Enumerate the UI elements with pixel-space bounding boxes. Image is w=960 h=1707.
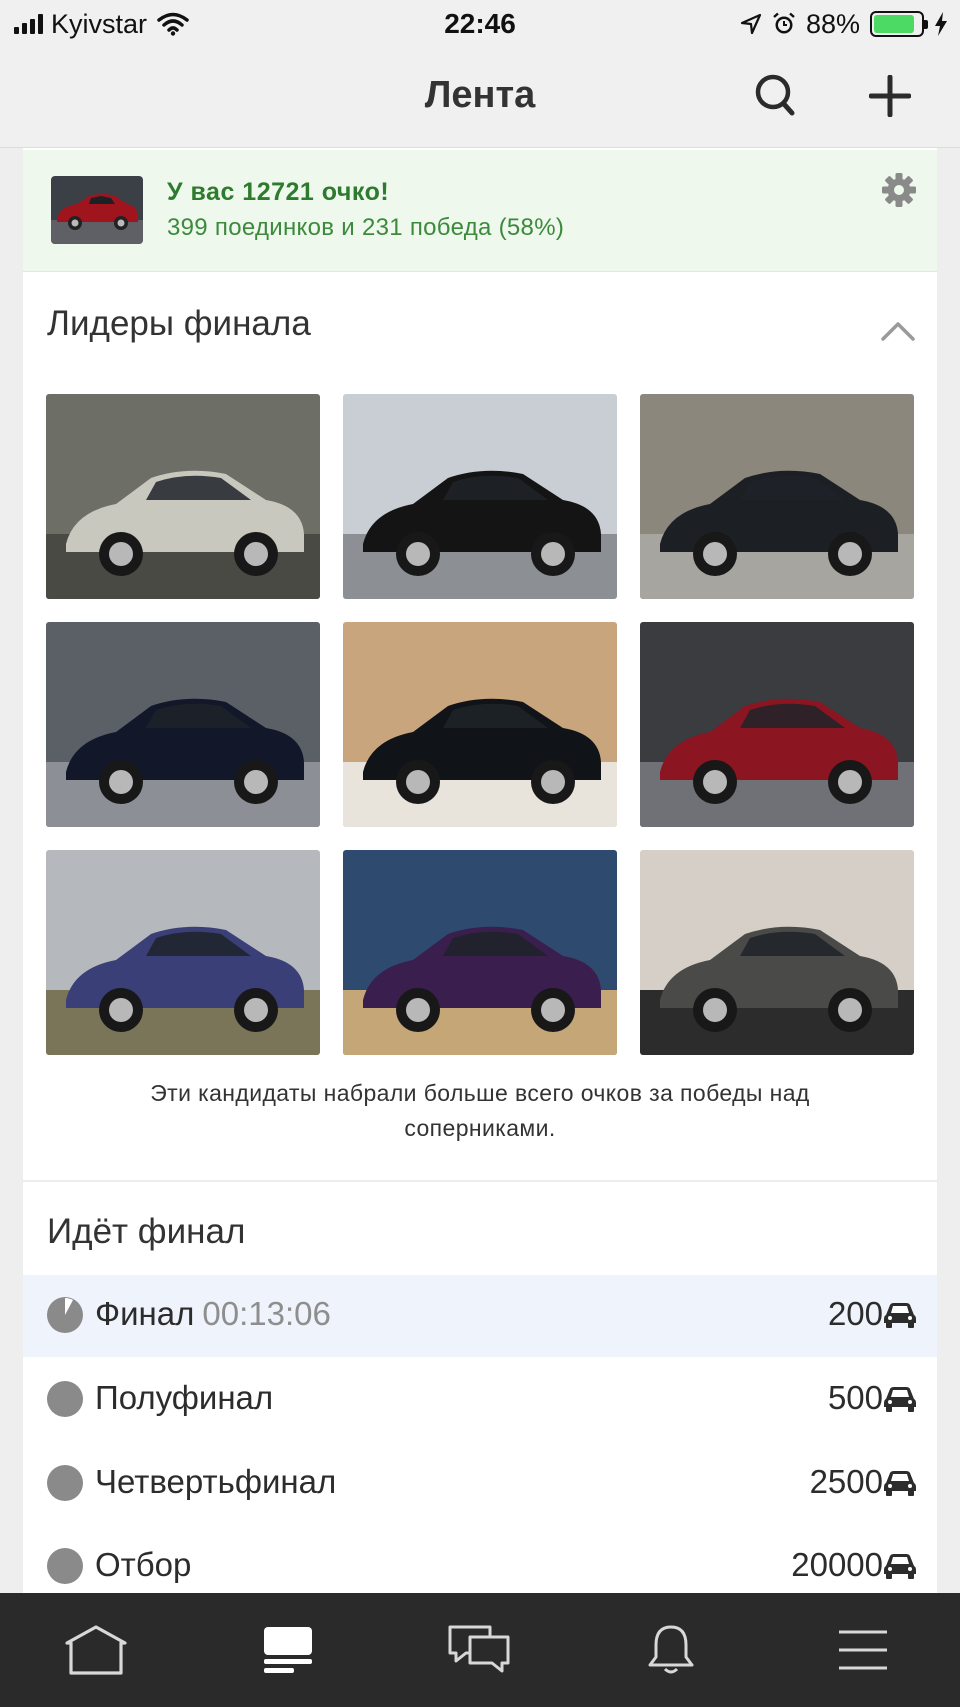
feed-icon: [264, 1627, 312, 1673]
battery-percent: 88%: [805, 8, 860, 39]
leader-photo-red-sedan-parking[interactable]: [640, 622, 914, 827]
menu-icon: [839, 1630, 887, 1670]
home-icon: [65, 1625, 127, 1675]
round-status-icon: [47, 1548, 83, 1584]
round-count: 200: [827, 1295, 883, 1332]
tab-menu[interactable]: [828, 1621, 898, 1679]
score-stats: 399 поединков и 231 победа (58%): [167, 214, 565, 241]
round-count: 20000: [791, 1546, 883, 1583]
round-count: 500: [827, 1379, 883, 1416]
car-icon: [883, 1385, 917, 1413]
score-title: У вас 12721 очко!: [167, 178, 390, 206]
round-name: Четвертьфинал: [95, 1463, 337, 1500]
round-status-icon: [47, 1381, 83, 1417]
leader-photo-black-hatchback-brick[interactable]: [343, 622, 617, 827]
tab-messages[interactable]: [444, 1621, 514, 1679]
battery-icon: [870, 11, 928, 37]
tab-notifications[interactable]: [636, 1621, 706, 1679]
final-heading: Идёт финал: [47, 1212, 246, 1251]
round-name: Финал: [95, 1295, 195, 1332]
status-bar: Kyivstar 22:46 88%: [0, 0, 960, 48]
round-row[interactable]: Финал 00:13:06 200: [23, 1275, 937, 1357]
round-timer: 00:13:06: [202, 1295, 331, 1332]
charging-icon: [935, 12, 947, 36]
leader-photo-purple-coupe-sand[interactable]: [343, 850, 617, 1055]
car-icon: [883, 1301, 917, 1329]
plus-icon: [869, 75, 911, 117]
avatar[interactable]: [51, 176, 143, 244]
round-label: Полуфинал: [95, 1379, 273, 1417]
round-name: Полуфинал: [95, 1379, 274, 1416]
round-row[interactable]: Четвертьфинал 2500: [23, 1443, 937, 1525]
gear-icon[interactable]: [881, 172, 917, 208]
tab-home[interactable]: [61, 1621, 131, 1679]
nav-bar: Лента: [0, 48, 960, 148]
round-label: Четвертьфинал: [95, 1463, 336, 1501]
location-icon: [740, 13, 762, 35]
score-panel[interactable]: У вас 12721 очко! 399 поединков и 231 по…: [23, 150, 937, 272]
leader-photo-grey-wagon-parking[interactable]: [640, 850, 914, 1055]
round-label: Отбор: [95, 1546, 191, 1584]
leader-photo-purple-coupe-trees[interactable]: [46, 850, 320, 1055]
feed-card: У вас 12721 очко! 399 поединков и 231 по…: [23, 148, 937, 1593]
leader-photo-dark-blue-jaguar[interactable]: [46, 622, 320, 827]
car-icon: [883, 1552, 917, 1580]
leader-photo-black-wagon-forest[interactable]: [640, 394, 914, 599]
leaders-heading: Лидеры финала: [47, 304, 311, 343]
leader-photo-black-sedan-dock[interactable]: [343, 394, 617, 599]
timer-progress-icon: [47, 1297, 83, 1333]
tab-feed[interactable]: [253, 1621, 323, 1679]
leader-photo-silver-car-garage[interactable]: [46, 394, 320, 599]
notifications-icon: [648, 1625, 694, 1674]
tab-bar: [0, 1593, 960, 1707]
search-button[interactable]: [750, 70, 802, 122]
round-name: Отбор: [95, 1546, 192, 1583]
add-button[interactable]: [864, 70, 916, 122]
leaders-caption: Эти кандидаты набрали больше всего очков…: [150, 1080, 810, 1141]
car-icon: [883, 1469, 917, 1497]
chevron-up-icon[interactable]: [879, 312, 917, 350]
page-title: Лента: [424, 74, 536, 116]
round-row[interactable]: Полуфинал 500: [23, 1359, 937, 1441]
alarm-icon: [773, 12, 795, 34]
round-label: Финал 00:13:06: [95, 1295, 331, 1333]
round-status-icon: [47, 1465, 83, 1501]
messages-icon: [448, 1625, 510, 1673]
round-count: 2500: [809, 1463, 883, 1500]
section-divider: [23, 1180, 937, 1182]
search-icon: [755, 74, 795, 116]
